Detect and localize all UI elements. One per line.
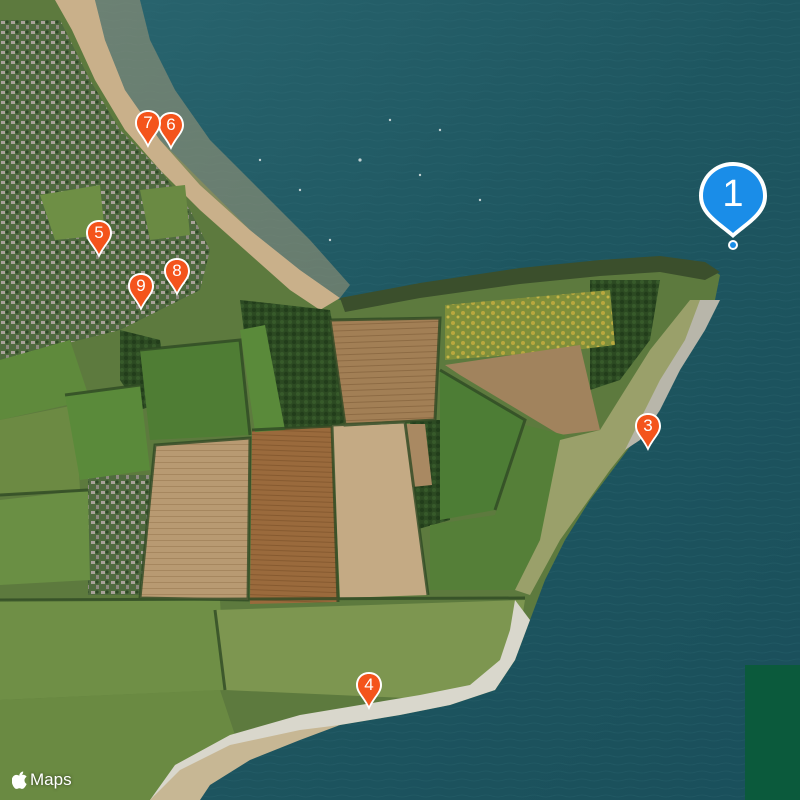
map-imagery bbox=[0, 0, 800, 800]
map-marker-4[interactable]: 4 bbox=[355, 671, 383, 711]
map-marker-5[interactable]: 5 bbox=[85, 219, 113, 259]
map-marker-9[interactable]: 9 bbox=[127, 272, 155, 312]
marker-label: 9 bbox=[136, 276, 146, 295]
map-marker-3[interactable]: 3 bbox=[634, 412, 662, 452]
satellite-map[interactable]: 1 3 4 5 6 7 8 9 Maps bbox=[0, 0, 800, 800]
map-marker-7[interactable]: 7 bbox=[134, 109, 162, 149]
apple-logo-icon bbox=[12, 771, 27, 789]
marker-label: 8 bbox=[172, 261, 182, 280]
attribution-text: Maps bbox=[30, 770, 72, 789]
marker-label: 5 bbox=[94, 223, 104, 242]
overlay-block bbox=[745, 665, 800, 800]
map-attribution[interactable]: Maps bbox=[12, 770, 72, 790]
map-marker-1[interactable]: 1 bbox=[695, 158, 771, 254]
map-marker-8[interactable]: 8 bbox=[163, 257, 191, 297]
marker-label: 3 bbox=[643, 416, 653, 435]
marker-label: 4 bbox=[364, 675, 374, 694]
marker-label: 1 bbox=[722, 173, 744, 215]
marker-label: 7 bbox=[143, 113, 153, 132]
